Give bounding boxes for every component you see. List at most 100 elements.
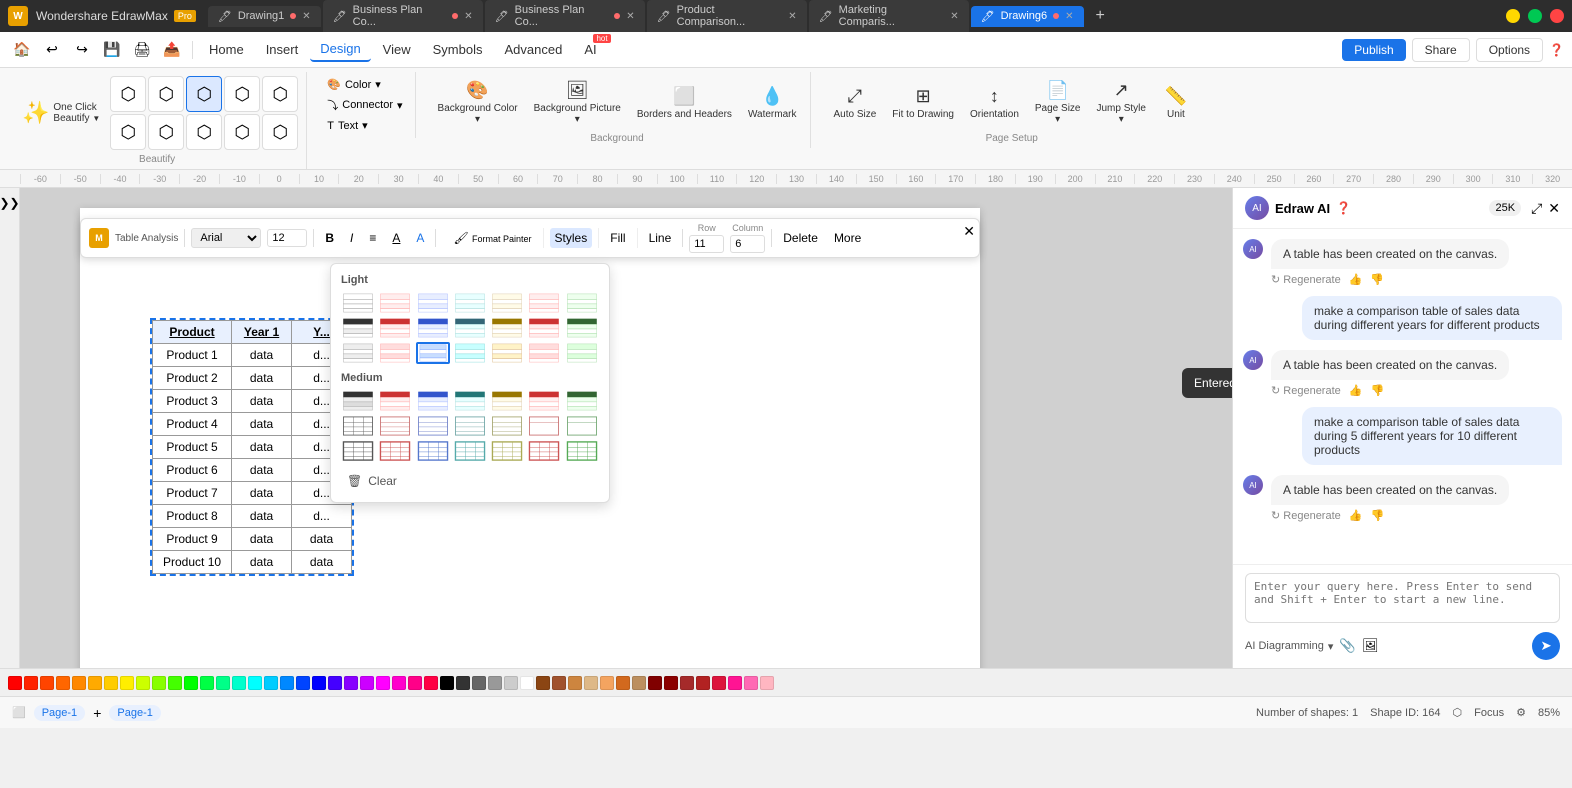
color-swatch[interactable]: [120, 676, 134, 690]
canvas-page[interactable]: M Table Analysis Arial B I ≡ A A: [80, 208, 980, 668]
orientation-button[interactable]: ↕ Orientation: [964, 82, 1025, 124]
style-medium-4[interactable]: [490, 390, 524, 412]
jump-style-button[interactable]: ↗ Jump Style ▾: [1090, 76, 1151, 129]
style-medium-7[interactable]: [341, 415, 375, 437]
style-medium-11[interactable]: [490, 415, 524, 437]
canvas-area[interactable]: M Table Analysis Arial B I ≡ A A: [20, 188, 1232, 668]
style-medium-1[interactable]: [378, 390, 412, 412]
style-medium-8[interactable]: [378, 415, 412, 437]
style-medium-6[interactable]: [565, 390, 599, 412]
publish-button[interactable]: Publish: [1342, 39, 1405, 61]
tab-drawing6[interactable]: 🖊 Drawing6 ✕: [971, 6, 1084, 27]
color-swatch[interactable]: [328, 676, 342, 690]
color-swatch[interactable]: [408, 676, 422, 690]
menu-design[interactable]: Design: [310, 37, 370, 62]
style-medium-9[interactable]: [416, 415, 450, 437]
thumbs-down-button-0[interactable]: 👎: [1370, 273, 1384, 286]
color-swatch[interactable]: [744, 676, 758, 690]
style-medium-0[interactable]: [341, 390, 375, 412]
color-swatch[interactable]: [600, 676, 614, 690]
style-light-8[interactable]: [378, 317, 412, 339]
fill-button[interactable]: Fill: [605, 228, 630, 248]
color-swatch[interactable]: [168, 676, 182, 690]
style-light-15[interactable]: [378, 342, 412, 364]
color-swatch[interactable]: [344, 676, 358, 690]
style-medium-10[interactable]: [453, 415, 487, 437]
style-light-0[interactable]: [341, 292, 375, 314]
style-light-1[interactable]: [378, 292, 412, 314]
tab-close[interactable]: ✕: [950, 11, 958, 22]
style-light-20[interactable]: [565, 342, 599, 364]
style-medium-16[interactable]: [416, 440, 450, 462]
style-light-11[interactable]: [490, 317, 524, 339]
tab-close[interactable]: ✕: [464, 11, 472, 22]
style-light-6[interactable]: [565, 292, 599, 314]
format-painter-button[interactable]: 🖌 Format Painter: [448, 228, 536, 248]
auto-size-button[interactable]: ⤢ Auto Size: [827, 82, 882, 124]
font-size-input[interactable]: [267, 229, 307, 247]
style-medium-15[interactable]: [378, 440, 412, 462]
style-light-18[interactable]: [490, 342, 524, 364]
style-medium-5[interactable]: [527, 390, 561, 412]
color-swatch[interactable]: [376, 676, 390, 690]
borders-headers-button[interactable]: ⬜ Borders and Headers: [631, 82, 738, 124]
color-swatch[interactable]: [728, 676, 742, 690]
background-color-button[interactable]: 🎨 Background Color ▾: [432, 76, 524, 129]
color-swatch[interactable]: [216, 676, 230, 690]
thumbs-down-button-1[interactable]: 👎: [1370, 384, 1384, 397]
maximize-button[interactable]: [1528, 9, 1542, 23]
color-swatch[interactable]: [296, 676, 310, 690]
color-button[interactable]: 🎨 Color ▾: [323, 76, 385, 93]
color-swatch[interactable]: [72, 676, 86, 690]
regenerate-button-1[interactable]: ↻ Regenerate: [1271, 384, 1341, 397]
thumbs-up-button-2[interactable]: 👍: [1349, 509, 1363, 522]
shape-style-8[interactable]: ⬡: [224, 114, 260, 150]
color-swatch[interactable]: [40, 676, 54, 690]
shape-style-1[interactable]: ⬡: [110, 76, 146, 112]
style-medium-19[interactable]: [527, 440, 561, 462]
close-panel-button[interactable]: ✕: [1548, 200, 1560, 217]
color-swatch[interactable]: [584, 676, 598, 690]
color-swatch[interactable]: [760, 676, 774, 690]
current-page-label[interactable]: Page-1: [34, 705, 85, 721]
style-light-3[interactable]: [453, 292, 487, 314]
color-swatch[interactable]: [648, 676, 662, 690]
undo-button[interactable]: ↩: [38, 36, 66, 64]
shape-style-3[interactable]: ⬡: [224, 76, 260, 112]
settings-icon[interactable]: ⚙: [1516, 706, 1526, 719]
options-button[interactable]: Options: [1476, 38, 1543, 62]
col-header-year1[interactable]: Year 1: [232, 321, 292, 344]
color-swatch[interactable]: [104, 676, 118, 690]
ai-attach-button[interactable]: 📎: [1339, 638, 1356, 654]
ai-image-button[interactable]: 🖼: [1362, 638, 1379, 654]
tab-business1[interactable]: 🖊 Business Plan Co... ✕: [323, 0, 483, 32]
color-swatch[interactable]: [264, 676, 278, 690]
one-click-beautify-button[interactable]: ✨ One ClickBeautify ▼: [16, 96, 106, 130]
tab-close[interactable]: ✕: [302, 11, 310, 22]
shape-style-5[interactable]: ⬡: [110, 114, 146, 150]
style-light-2[interactable]: [416, 292, 450, 314]
color-swatch[interactable]: [552, 676, 566, 690]
add-page-button[interactable]: +: [93, 705, 101, 721]
color-swatch[interactable]: [88, 676, 102, 690]
style-light-12[interactable]: [527, 317, 561, 339]
shape-style-4[interactable]: ⬡: [262, 76, 298, 112]
column-input[interactable]: [730, 235, 765, 253]
watermark-button[interactable]: 💧 Watermark: [742, 82, 803, 124]
tab-close[interactable]: ✕: [788, 11, 796, 22]
text-button[interactable]: T Text ▾: [323, 117, 371, 134]
text-color-button[interactable]: A: [411, 228, 429, 248]
style-medium-12[interactable]: [527, 415, 561, 437]
ai-diagramming-selector[interactable]: AI Diagramming ▾: [1245, 640, 1333, 653]
row-input[interactable]: [689, 235, 724, 253]
thumbs-up-button-0[interactable]: 👍: [1349, 273, 1363, 286]
color-swatch[interactable]: [712, 676, 726, 690]
color-swatch[interactable]: [392, 676, 406, 690]
thumbs-down-button-2[interactable]: 👎: [1370, 509, 1384, 522]
connector-button[interactable]: ⤵ Connector ▾: [323, 95, 406, 115]
shape-style-9[interactable]: ⬡: [262, 114, 298, 150]
color-swatch[interactable]: [616, 676, 630, 690]
canvas-table[interactable]: Product Year 1 Y... Product 1datad... Pr…: [150, 318, 354, 576]
style-medium-14[interactable]: [341, 440, 375, 462]
style-medium-2[interactable]: [416, 390, 450, 412]
